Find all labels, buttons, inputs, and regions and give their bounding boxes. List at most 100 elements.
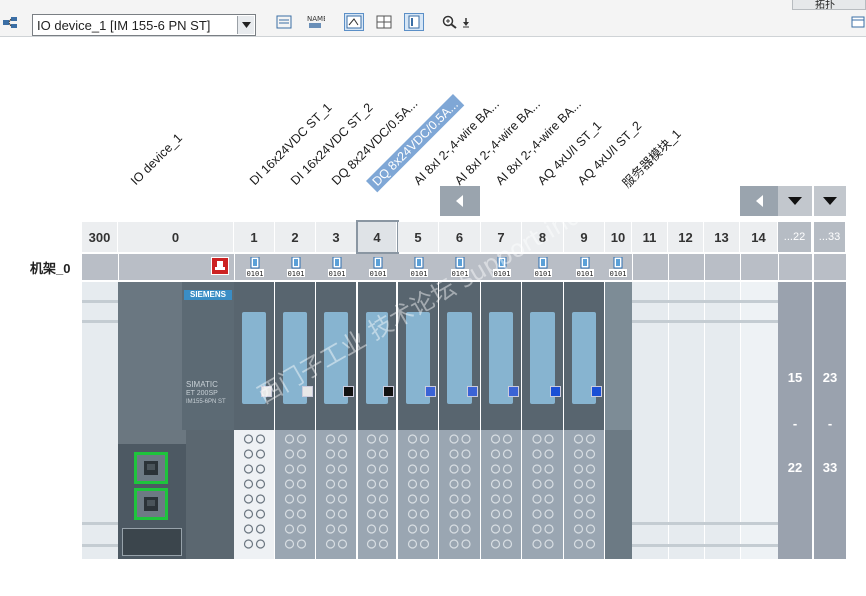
- range-sep-1: -: [792, 416, 798, 431]
- chevron-left-icon: [756, 195, 763, 207]
- io-module-icon[interactable]: 0101: [575, 256, 594, 278]
- panel-toggle-icon[interactable]: [848, 13, 866, 31]
- slot-header-2[interactable]: 2: [275, 222, 316, 252]
- io-module-icon[interactable]: 0101: [451, 256, 469, 278]
- grid-icon[interactable]: [374, 13, 394, 31]
- color-code-label: [508, 386, 519, 397]
- device-select[interactable]: IO device_1 [IM 155-6 PN ST]: [32, 14, 256, 36]
- slot-header-10[interactable]: 10: [605, 222, 632, 252]
- slot-header-0[interactable]: 0: [118, 222, 234, 252]
- row-divider: [704, 254, 705, 280]
- ethernet-port-1[interactable]: [134, 452, 168, 484]
- svg-text:0101: 0101: [452, 270, 469, 277]
- io-module-icon[interactable]: 0101: [534, 256, 552, 278]
- ethernet-port-2[interactable]: [134, 488, 168, 520]
- head-et200sp: ET 200SP: [186, 390, 218, 397]
- empty-slot-14[interactable]: [740, 282, 778, 559]
- scroll-left-button-2[interactable]: [740, 186, 780, 216]
- row-divider: [118, 254, 119, 280]
- io-module-icon[interactable]: 0101: [327, 256, 346, 278]
- base-unit-slot-5[interactable]: [398, 430, 438, 559]
- slot-header-14[interactable]: 14: [740, 222, 778, 252]
- zoom-in-icon[interactable]: [440, 13, 460, 31]
- chevron-down-icon[interactable]: [237, 16, 254, 34]
- server-module-icon[interactable]: 0101: [609, 256, 627, 278]
- base-unit-slot-8[interactable]: [522, 430, 563, 559]
- slot-header-300[interactable]: 300: [82, 222, 118, 252]
- empty-slots-11-13[interactable]: [632, 282, 740, 559]
- server-module-base: [605, 430, 632, 559]
- io-module-icon[interactable]: 0101: [368, 256, 387, 278]
- svg-text:0101: 0101: [287, 270, 304, 277]
- page-break-icon[interactable]: [404, 13, 424, 31]
- io-module-icon[interactable]: 0101: [492, 256, 511, 278]
- color-code-label: [302, 386, 313, 397]
- base-unit-slot-1[interactable]: [234, 430, 274, 559]
- base-unit-slot-3[interactable]: [316, 430, 356, 559]
- slot-header-6[interactable]: 6: [439, 222, 481, 252]
- slot-header-3[interactable]: 3: [316, 222, 357, 252]
- base-unit-slot-7[interactable]: [481, 430, 521, 559]
- svg-text:0101: 0101: [535, 270, 552, 277]
- port-panel-top: [118, 430, 186, 444]
- slot-header-7[interactable]: 7: [481, 222, 522, 252]
- head-simatic: SIMATIC: [186, 380, 218, 389]
- chevron-down-icon: [788, 197, 802, 205]
- base-unit-slot-6[interactable]: [439, 430, 480, 559]
- module-label-io-device[interactable]: IO device_1: [128, 131, 185, 188]
- expand-slots-22-button[interactable]: [778, 186, 812, 216]
- color-code-label: [343, 386, 354, 397]
- slot-divider: [740, 282, 741, 559]
- slot-header-1[interactable]: 1: [234, 222, 275, 252]
- base-unit-slot-4[interactable]: [358, 430, 396, 559]
- rail-line: [632, 320, 778, 323]
- rack-label: 机架_0: [30, 261, 71, 276]
- slot-header-13[interactable]: 13: [704, 222, 740, 252]
- slot-header-12[interactable]: 12: [668, 222, 704, 252]
- slot-header-8[interactable]: 8: [522, 222, 564, 252]
- slot-header-5[interactable]: 5: [398, 222, 439, 252]
- topology-tab-label: 拓扑: [815, 0, 835, 10]
- svg-text:0101: 0101: [369, 270, 386, 277]
- rail-line: [632, 522, 778, 525]
- range-start-15: 15: [787, 370, 803, 385]
- module-title-icon[interactable]: [344, 13, 364, 31]
- show-names-icon[interactable]: NAME: [306, 13, 326, 31]
- slot-header-4[interactable]: 4: [356, 220, 399, 254]
- device-overview-icon[interactable]: [274, 13, 294, 31]
- range-end-33: 33: [822, 460, 838, 475]
- slot-header-22[interactable]: ...22: [778, 222, 812, 252]
- io-module-icon[interactable]: 0101: [409, 256, 428, 278]
- slot-header-9[interactable]: 9: [564, 222, 605, 252]
- svg-text:0101: 0101: [246, 270, 263, 277]
- io-module-icon[interactable]: 0101: [245, 256, 264, 278]
- slot-header-33[interactable]: ...33: [814, 222, 846, 252]
- siemens-logo: SIEMENS: [184, 290, 232, 300]
- color-code-label: [550, 386, 561, 397]
- expand-slots-33-button[interactable]: [814, 186, 846, 216]
- head-module-base: [186, 430, 234, 559]
- svg-text:0101: 0101: [328, 270, 345, 277]
- topology-tab[interactable]: 拓扑: [792, 0, 866, 10]
- device-select-value: IO device_1 [IM 155-6 PN ST]: [37, 18, 211, 33]
- row-divider: [740, 254, 741, 280]
- zoom-dropdown-icon[interactable]: [460, 13, 472, 31]
- diagnostic-icon[interactable]: [211, 257, 229, 275]
- range-end-22: 22: [787, 460, 803, 475]
- empty-slot-300[interactable]: [82, 282, 118, 559]
- scroll-left-button[interactable]: [440, 186, 480, 216]
- color-code-label: [261, 386, 272, 397]
- head-module-text: SIMATIC ET 200SP IM155-6PN ST: [186, 380, 232, 407]
- rail-line: [82, 544, 118, 547]
- network-view-icon[interactable]: [0, 13, 20, 31]
- slot-header-11[interactable]: 11: [632, 222, 668, 252]
- base-unit-slot-9[interactable]: [564, 430, 604, 559]
- base-unit-slot-2[interactable]: [275, 430, 315, 559]
- svg-text:NAME: NAME: [307, 15, 325, 23]
- svg-text:0101: 0101: [576, 270, 593, 277]
- chevron-down-icon: [823, 197, 837, 205]
- io-module-icon[interactable]: 0101: [286, 256, 305, 278]
- rail-line: [82, 320, 118, 323]
- row-divider: [668, 254, 669, 280]
- svg-text:0101: 0101: [610, 270, 627, 277]
